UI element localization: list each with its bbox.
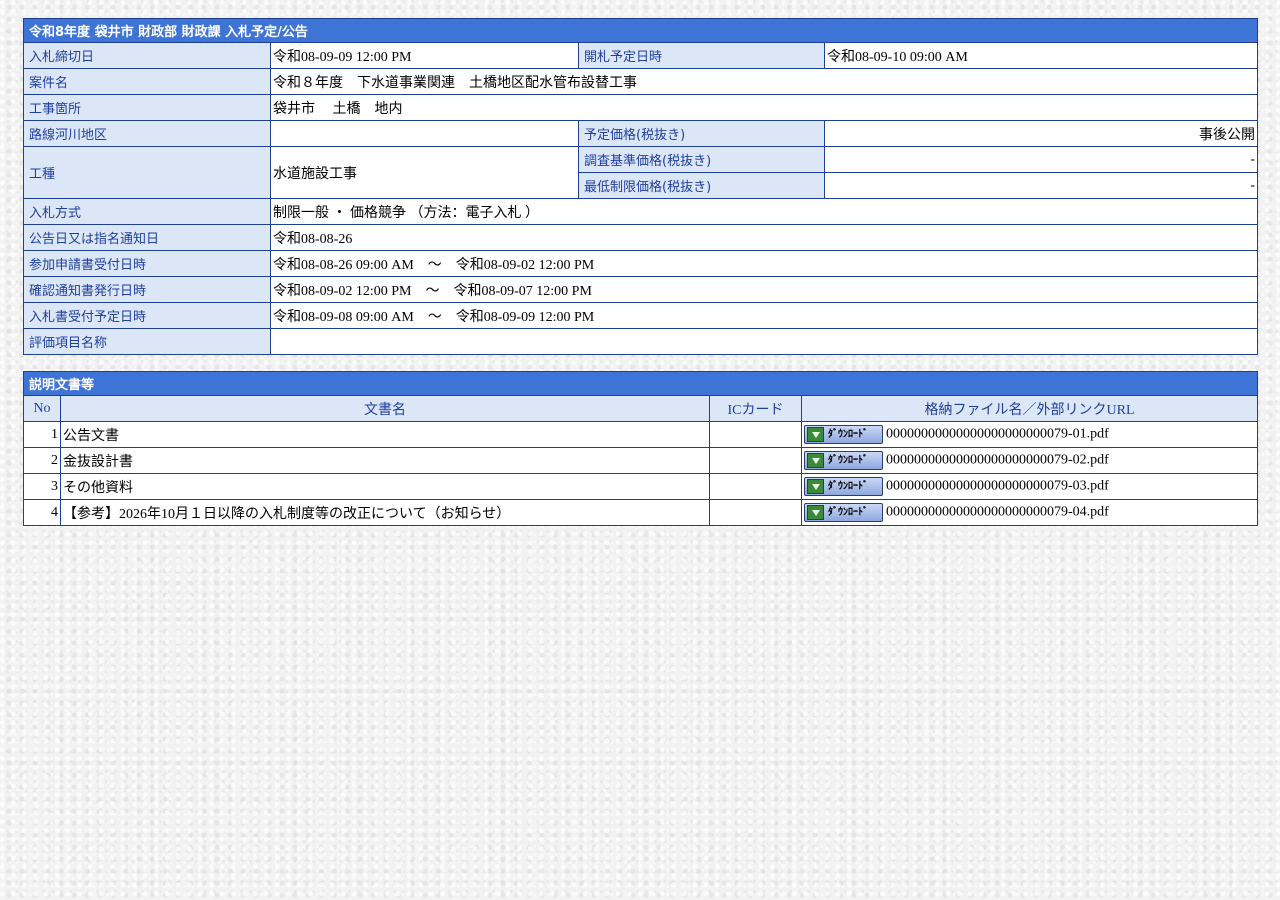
download-arrow-icon [807,479,824,494]
doc-no: 2 [23,447,61,474]
download-button[interactable]: ﾀﾞｳﾝﾛｰﾄﾞ [804,477,883,496]
doc-ic [709,421,802,448]
doc-file-cell: ﾀﾞｳﾝﾛｰﾄﾞ 00000000000000000000000079-01.p… [800,421,1259,448]
download-button[interactable]: ﾀﾞｳﾝﾛｰﾄﾞ [804,425,883,444]
table-row: 2 金抜設計書 ﾀﾞｳﾝﾛｰﾄﾞ 00000000000000000000000… [23,447,1259,474]
bid-receipt-label: 入札書受付予定日時 [23,302,271,329]
notice-date-value: 令和08-08-26 [269,224,1259,251]
confirm-period-label: 確認通知書発行日時 [23,276,271,303]
doc-ic [709,499,802,526]
method-label: 入札方式 [23,198,271,225]
work-type-value: 水道施設工事 [270,146,579,199]
bid-receipt-value: 令和08-09-08 09:00 AM ～ 令和08-09-09 12:00 P… [269,302,1259,329]
download-arrow-icon [807,427,824,442]
doc-file-name: 00000000000000000000000079-02.pdf [886,452,1109,468]
bid-info-title: 令和8年度 袋井市 財政部 財政課 入札予定/公告 [22,18,1259,43]
method-value: 制限一般 ・ 価格競争 （方法：電子入札 ） [269,198,1259,225]
download-button-label: ﾀﾞｳﾝﾛｰﾄﾞ [828,429,868,440]
col-header-ic: ICカード [709,395,802,422]
table-row: 1 公告文書 ﾀﾞｳﾝﾛｰﾄﾞ 000000000000000000000000… [23,421,1259,448]
doc-file-name: 00000000000000000000000079-01.pdf [886,426,1109,442]
doc-name: その他資料 [60,473,710,500]
opening-value: 令和08-09-10 09:00 AM [823,42,1259,69]
doc-ic [709,447,802,474]
min-price-value: - [823,172,1259,199]
apply-period-label: 参加申請書受付日時 [23,250,271,277]
notice-date-label: 公告日又は指名通知日 [23,224,271,251]
site-label: 工事箇所 [23,94,271,121]
evaluation-value [269,328,1259,355]
confirm-period-value: 令和08-09-02 12:00 PM ～ 令和08-09-07 12:00 P… [269,276,1259,303]
route-value [270,120,579,147]
apply-period-value: 令和08-08-26 09:00 AM ～ 令和08-09-02 12:00 P… [269,250,1259,277]
table-row: 4 【参考】2026年10月１日以降の入札制度等の改正について（お知らせ） ﾀﾞ… [23,499,1259,526]
planned-price-label: 予定価格(税抜き) [578,120,825,147]
download-button[interactable]: ﾀﾞｳﾝﾛｰﾄﾞ [804,451,883,470]
doc-file-cell: ﾀﾞｳﾝﾛｰﾄﾞ 00000000000000000000000079-03.p… [800,473,1259,500]
download-button-label: ﾀﾞｳﾝﾛｰﾄﾞ [828,455,868,466]
doc-name: 【参考】2026年10月１日以降の入札制度等の改正について（お知らせ） [60,499,710,526]
doc-name: 金抜設計書 [60,447,710,474]
doc-no: 1 [23,421,61,448]
documents-title: 説明文書等 [22,371,1259,396]
col-header-name: 文書名 [60,395,710,422]
doc-ic [709,473,802,500]
min-price-label: 最低制限価格(税抜き) [578,172,825,199]
survey-price-label: 調査基準価格(税抜き) [578,146,825,173]
doc-file-name: 00000000000000000000000079-04.pdf [886,504,1109,520]
evaluation-label: 評価項目名称 [23,328,271,355]
doc-file-cell: ﾀﾞｳﾝﾛｰﾄﾞ 00000000000000000000000079-02.p… [800,447,1259,474]
deadline-label: 入札締切日 [23,42,271,69]
doc-no: 3 [23,473,61,500]
opening-label: 開札予定日時 [578,42,825,69]
survey-price-value: - [823,146,1259,173]
col-header-no: No [23,395,61,422]
deadline-value: 令和08-09-09 12:00 PM [270,42,579,69]
case-name-value: 令和８年度 下水道事業関連 土橋地区配水管布設替工事 [269,68,1259,95]
doc-name: 公告文書 [60,421,710,448]
documents-table: 説明文書等 No 文書名 ICカード 格納ファイル名／外部リンクURL 1 公告… [22,371,1259,526]
table-row: 3 その他資料 ﾀﾞｳﾝﾛｰﾄﾞ 00000000000000000000000… [23,473,1259,500]
download-button-label: ﾀﾞｳﾝﾛｰﾄﾞ [828,481,868,492]
work-type-label: 工種 [23,146,271,199]
doc-file-cell: ﾀﾞｳﾝﾛｰﾄﾞ 00000000000000000000000079-04.p… [800,499,1259,526]
case-name-label: 案件名 [23,68,271,95]
download-arrow-icon [807,505,824,520]
download-button[interactable]: ﾀﾞｳﾝﾛｰﾄﾞ [804,503,883,522]
planned-price-value: 事後公開 [823,120,1259,147]
route-label: 路線河川地区 [23,120,271,147]
doc-file-name: 00000000000000000000000079-03.pdf [886,478,1109,494]
site-value: 袋井市 土橋 地内 [269,94,1259,121]
bid-info-table: 令和8年度 袋井市 財政部 財政課 入札予定/公告 入札締切日 令和08-09-… [22,18,1259,355]
download-arrow-icon [807,453,824,468]
col-header-file: 格納ファイル名／外部リンクURL [800,395,1259,422]
download-button-label: ﾀﾞｳﾝﾛｰﾄﾞ [828,507,868,518]
doc-no: 4 [23,499,61,526]
